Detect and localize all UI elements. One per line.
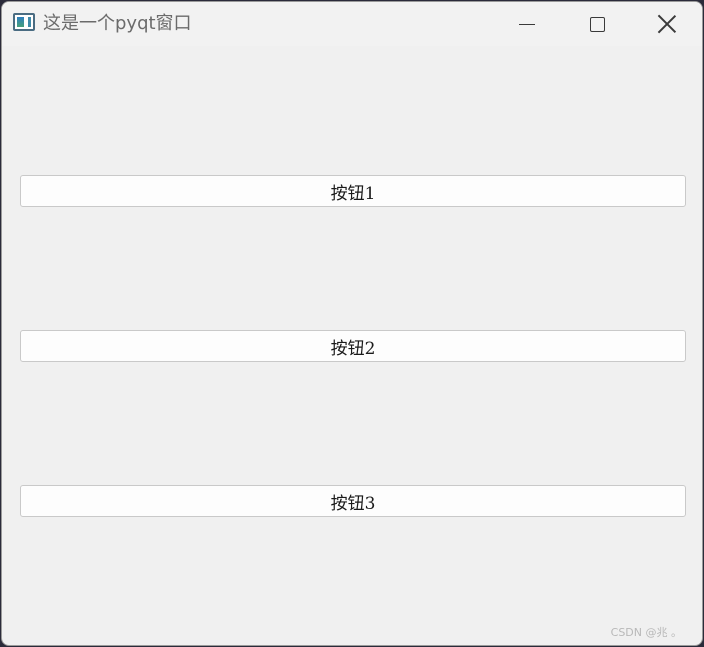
maximize-icon [589, 16, 605, 32]
button-1[interactable]: 按钮1 [20, 175, 686, 207]
watermark: CSDN @兆 。 [610, 626, 682, 639]
button-2[interactable]: 按钮2 [20, 330, 686, 362]
app-window: 这是一个pyqt窗口 按钮1 按钮2 按钮3 CSDN @兆 。 [1, 1, 703, 646]
button-3[interactable]: 按钮3 [20, 485, 686, 517]
maximize-button[interactable] [563, 2, 631, 46]
close-button[interactable] [633, 2, 701, 46]
window-title: 这是一个pyqt窗口 [43, 13, 192, 34]
app-window-icon [13, 13, 35, 31]
minimize-icon [519, 23, 535, 25]
close-icon [658, 15, 676, 33]
minimize-button[interactable] [493, 2, 561, 46]
title-bar[interactable]: 这是一个pyqt窗口 [2, 2, 702, 46]
